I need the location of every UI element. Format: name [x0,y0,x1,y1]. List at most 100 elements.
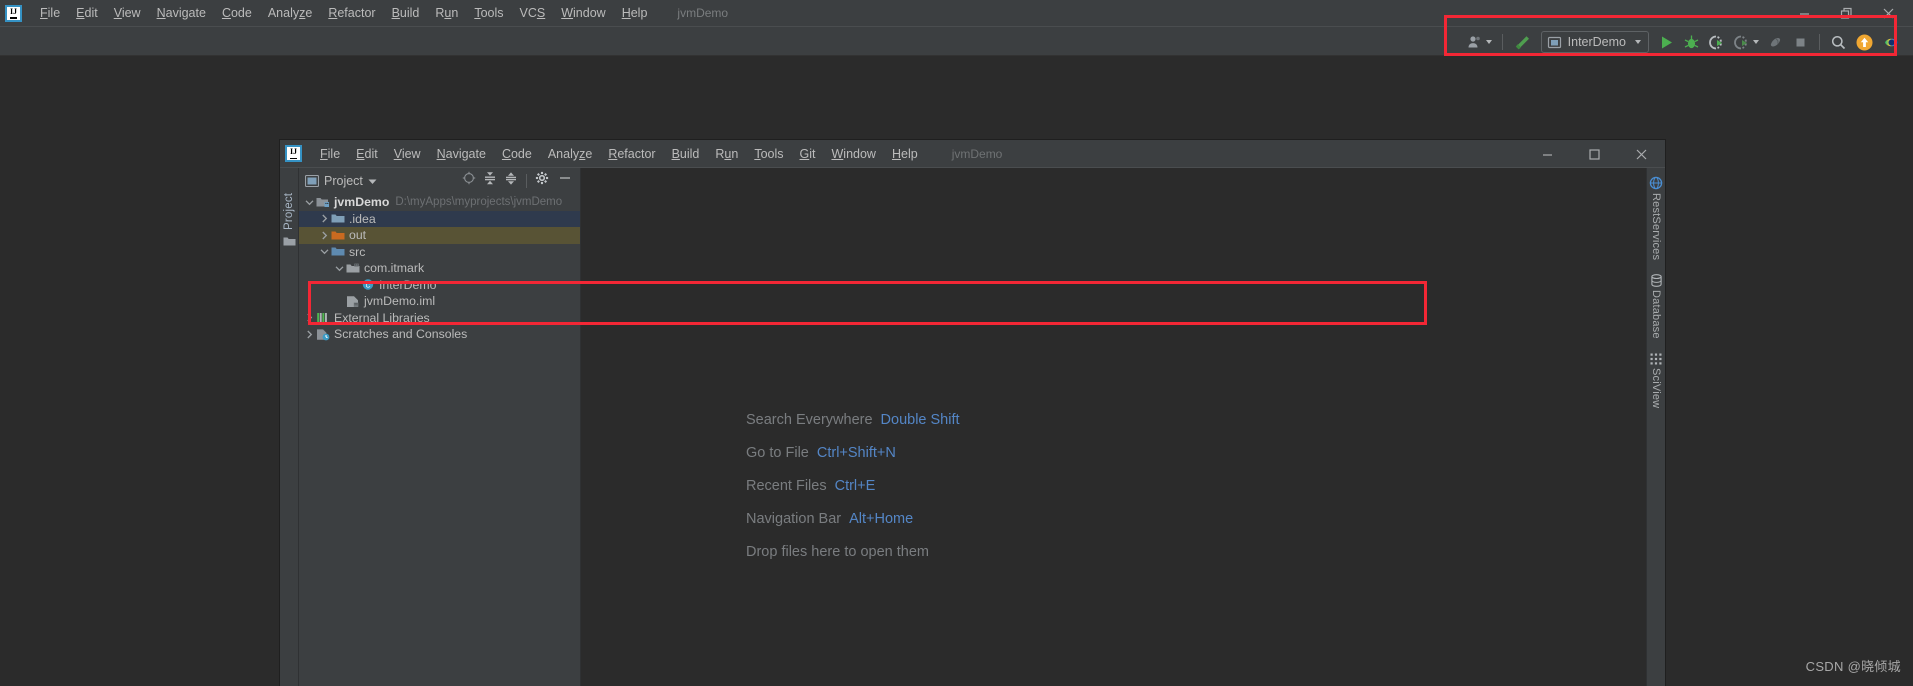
tree-node-label: jvmDemo [334,195,390,210]
outer-menu-code[interactable]: Code [214,3,260,23]
inner-window-title: jvmDemo [951,146,1003,161]
inner-menu-tools[interactable]: Tools [746,144,791,164]
tree-node-jvmdemo-iml[interactable]: jvmDemo.iml [299,293,580,310]
chevron-right-icon[interactable] [303,313,316,322]
tree-node-src[interactable]: src [299,244,580,261]
outer-menu-vcs[interactable]: VCS [512,3,554,23]
hint-shortcut-label: Double Shift [880,412,960,428]
inner-menu-navigate[interactable]: Navigate [429,144,494,164]
inner-menu-run[interactable]: Run [707,144,746,164]
tree-node-jvmdemo[interactable]: jvmDemo D:\myApps\myprojects\jvmDemo [299,194,580,211]
csdn-watermark: CSDN @晓倾城 [1805,659,1901,674]
rainbow-eye-button[interactable] [1878,30,1905,54]
editor-hint-recent-files: Recent Files Ctrl+E [746,478,960,494]
outer-restore-button[interactable] [1825,1,1867,26]
tree-node-external-libraries[interactable]: External Libraries [299,310,580,327]
tree-node-label: InterDemo [379,277,437,292]
run-configuration-selector[interactable]: InterDemo [1540,31,1649,53]
tree-node-com-itmark[interactable]: com.itmark [299,260,580,277]
outer-minimize-button[interactable] [1783,1,1825,26]
inner-menu-window[interactable]: Window [823,144,883,164]
tree-node-interdemo[interactable]: C InterDemo [299,277,580,294]
tree-node-label: .idea [349,211,376,226]
chevron-down-icon[interactable] [303,199,316,206]
java-class-icon: C [362,279,374,290]
hide-panel-button[interactable] [554,169,576,192]
tree-node-label: External Libraries [334,310,430,325]
profile-button[interactable] [1729,30,1763,54]
inner-menu-help[interactable]: Help [884,144,926,164]
svg-text:C: C [366,283,371,290]
inner-minimize-button[interactable] [1524,140,1571,168]
inner-menu-build[interactable]: Build [664,144,708,164]
sidebar-item-project[interactable]: Project [283,178,295,230]
inner-menu-items: File Edit View Navigate Code Analyze Refactor B… [312,144,926,164]
chevron-down-icon[interactable] [333,265,346,272]
tree-node-label: Scratches and Consoles [334,327,468,342]
inner-menu-analyze[interactable]: Analyze [540,144,600,164]
stop-button[interactable] [1788,30,1813,54]
tree-node-out[interactable]: out [299,227,580,244]
outer-menu-window[interactable]: Window [553,3,613,23]
tree-node-label: out [349,228,367,243]
expand-all-button[interactable] [481,169,499,192]
chevron-right-icon[interactable] [303,330,316,339]
inner-menu-bar: IJ File Edit View Navigate Code Analyze Refact… [280,140,1665,168]
outer-menu-edit[interactable]: Edit [68,3,106,23]
collapse-all-button[interactable] [502,169,520,192]
build-hammer-button[interactable] [1509,30,1536,54]
tree-node-label: jvmDemo.iml [364,294,436,309]
outer-menu-run[interactable]: Run [427,3,466,23]
editor-hint-search-everywhere: Search Everywhere Double Shift [746,412,960,428]
chevron-right-icon[interactable] [318,231,331,240]
editor-empty-area: Search Everywhere Double Shift Go to File C… [581,168,1646,686]
inner-close-button[interactable] [1618,140,1665,168]
outer-menu-file[interactable]: File [32,3,68,23]
run-button[interactable] [1654,30,1679,54]
sidebar-item-database[interactable]: Database [1650,274,1663,339]
outer-menu-analyze[interactable]: Analyze [260,3,320,23]
outer-menu-refactor[interactable]: Refactor [320,3,383,23]
tree-node-scratches-and-consoles[interactable]: Scratches and Consoles [299,326,580,343]
project-panel-header: Project [299,168,580,193]
select-opened-file-button[interactable] [460,169,478,192]
folder-icon [283,237,295,246]
sidebar-item-sciview[interactable]: SciView [1650,353,1662,408]
inner-menu-refactor[interactable]: Refactor [600,144,663,164]
hint-action-label: Navigation Bar [746,511,842,527]
inner-menu-git[interactable]: Git [792,144,824,164]
sidebar-item-restservices[interactable]: RestServices [1649,176,1663,260]
tree-node--idea[interactable]: .idea [299,210,580,227]
outer-menu-tools[interactable]: Tools [466,3,511,23]
user-accounts-caret-icon [1485,40,1492,44]
outer-menu-bar: IJ File Edit View Navigate Code Analyze Refact… [0,0,1913,27]
debug-button[interactable] [1679,30,1704,54]
inner-menu-edit[interactable]: Edit [348,144,386,164]
settings-button[interactable] [533,169,551,192]
editor-hint-go-to-file: Go to File Ctrl+Shift+N [746,445,960,461]
update-button[interactable] [1851,30,1878,54]
outer-menu-help[interactable]: Help [614,3,656,23]
outer-menu-view[interactable]: View [106,3,149,23]
attach-profiler-button[interactable] [1763,30,1788,54]
project-panel-chevron-down-icon[interactable] [368,172,377,190]
user-accounts-button[interactable] [1463,30,1496,54]
inner-menu-code[interactable]: Code [494,144,540,164]
inner-menu-file[interactable]: File [312,144,348,164]
database-icon [1650,274,1662,288]
rest-services-icon [1649,176,1663,190]
run-configuration-caret-icon [1635,40,1641,44]
tree-node-label: src [349,244,366,259]
inner-menu-view[interactable]: View [386,144,429,164]
editor-hint-navigation-bar: Navigation Bar Alt+Home [746,511,960,527]
hint-action-label: Recent Files [746,478,827,494]
outer-menu-build[interactable]: Build [384,3,428,23]
editor-hint-drop-files-here-to-open-them: Drop files here to open them [746,544,960,560]
inner-maximize-button[interactable] [1571,140,1618,168]
outer-close-button[interactable] [1867,1,1909,26]
search-everywhere-button[interactable] [1826,30,1851,54]
chevron-right-icon[interactable] [318,214,331,223]
chevron-down-icon[interactable] [318,248,331,255]
run-with-coverage-button[interactable] [1704,30,1729,54]
outer-menu-navigate[interactable]: Navigate [149,3,214,23]
